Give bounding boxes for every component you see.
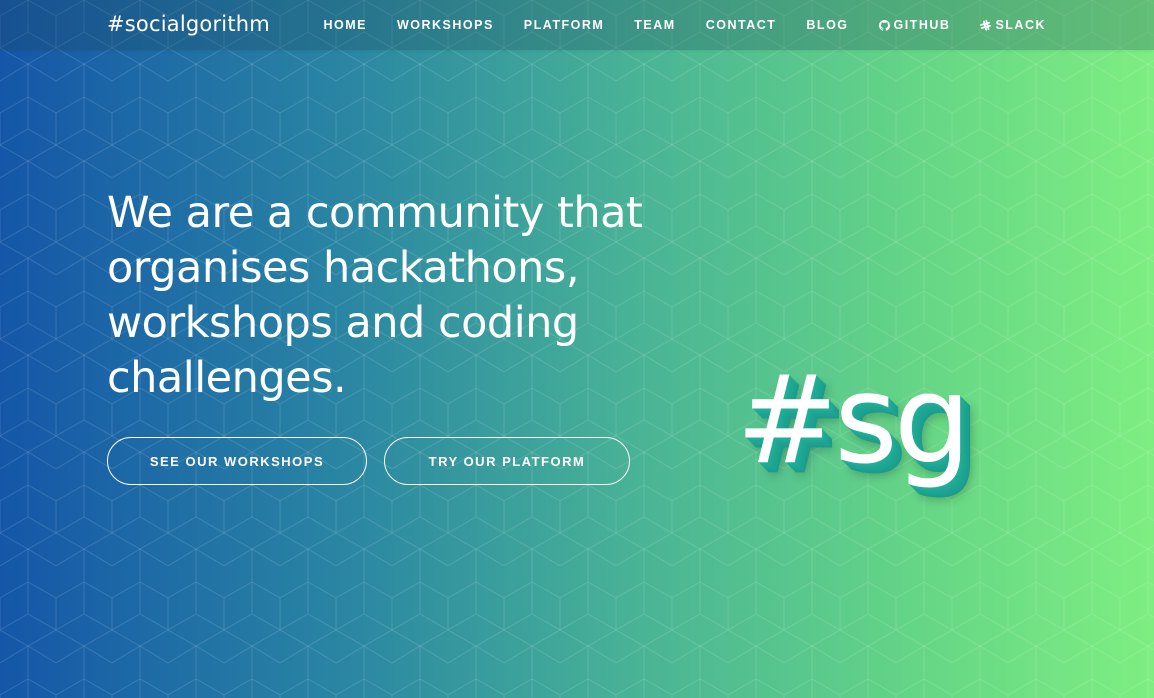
nav-link-workshops[interactable]: WORKSHOPS xyxy=(397,17,494,33)
top-navbar: #socialgorithm HOME WORKSHOPS PLATFORM T… xyxy=(0,0,1154,50)
try-platform-button[interactable]: TRY OUR PLATFORM xyxy=(384,437,630,485)
nav-link-slack[interactable]: SLACK xyxy=(980,17,1046,33)
brand-logo-link[interactable]: #socialgorithm xyxy=(107,10,270,38)
nav-item-slack: SLACK xyxy=(980,17,1046,33)
nav-link-team[interactable]: TEAM xyxy=(634,17,675,33)
sg-logo-mark: #sg xyxy=(736,349,971,491)
nav-item-contact: CONTACT xyxy=(706,17,777,33)
nav-item-team: TEAM xyxy=(634,17,675,33)
nav-item-workshops: WORKSHOPS xyxy=(397,17,494,33)
nav-label-slack: SLACK xyxy=(995,18,1046,32)
nav-item-blog: BLOG xyxy=(806,17,848,33)
nav-item-home: HOME xyxy=(323,17,367,33)
nav-link-github[interactable]: GITHUB xyxy=(878,17,951,33)
github-icon xyxy=(878,19,890,31)
nav-link-blog[interactable]: BLOG xyxy=(806,17,848,33)
nav-link-platform[interactable]: PLATFORM xyxy=(524,17,605,33)
see-workshops-button[interactable]: SEE OUR WORKSHOPS xyxy=(107,437,367,485)
slack-icon xyxy=(980,19,992,31)
nav-label-github: GITHUB xyxy=(893,18,951,32)
nav-item-github: GITHUB xyxy=(878,17,951,33)
nav-menu: HOME WORKSHOPS PLATFORM TEAM CONTACT BLO… xyxy=(323,17,1046,33)
nav-item-platform: PLATFORM xyxy=(524,17,605,33)
nav-link-home[interactable]: HOME xyxy=(323,17,367,33)
hero-headline: We are a community that organises hackat… xyxy=(107,188,643,403)
nav-link-contact[interactable]: CONTACT xyxy=(706,17,777,33)
